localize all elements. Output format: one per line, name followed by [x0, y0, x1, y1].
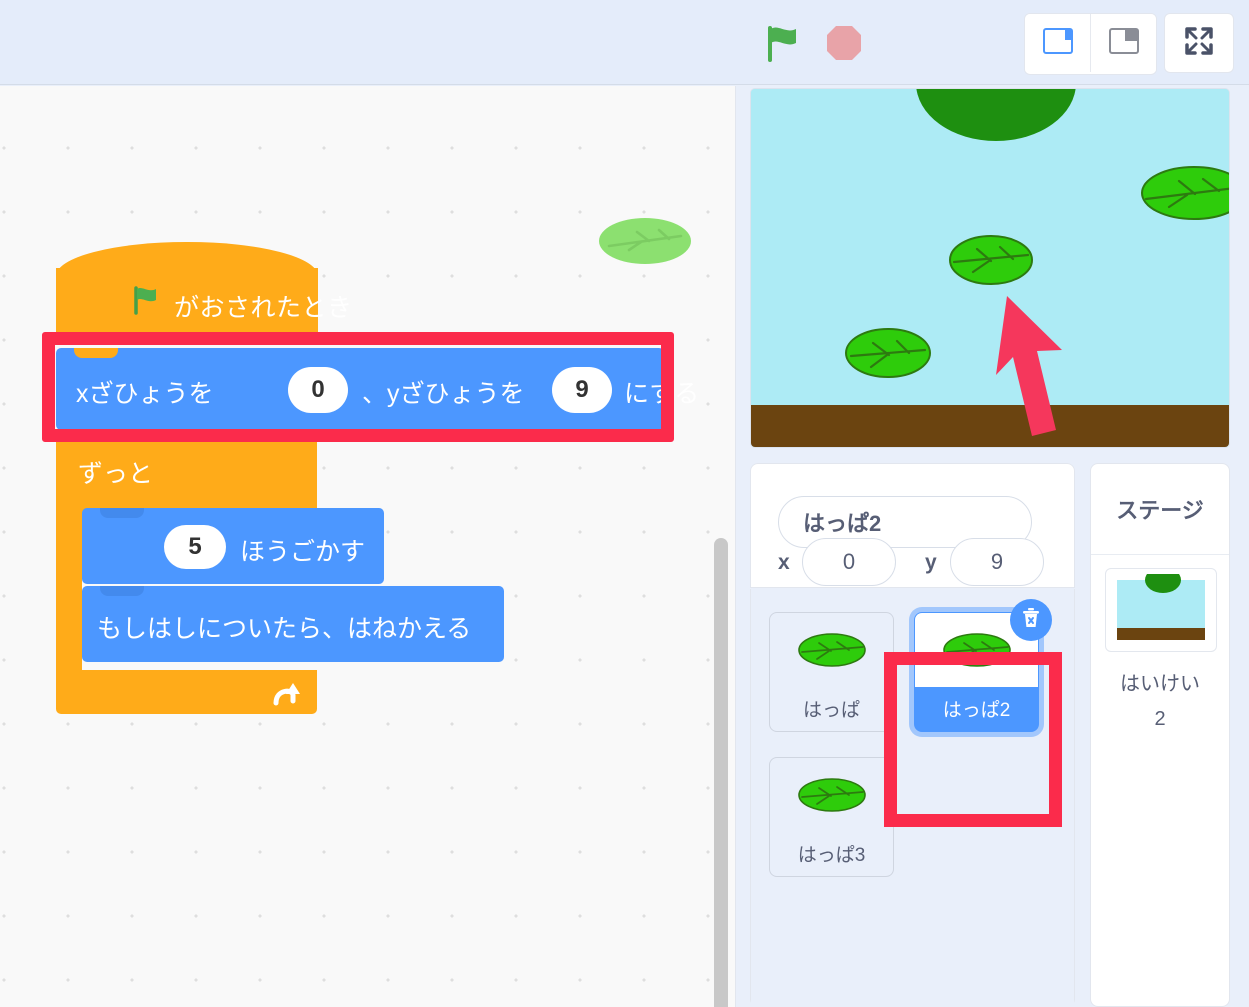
sprite-thumbnail: [770, 758, 893, 832]
workspace-sprite-watermark-icon: [597, 216, 693, 266]
fullscreen-button[interactable]: [1164, 13, 1234, 73]
block-forever-left-arm: [56, 522, 82, 670]
stage-selector-panel: ステージ はいけい 2: [1090, 463, 1230, 1007]
top-toolbar: [0, 0, 1249, 85]
block-set-xy-label-x: xざひょうを: [76, 380, 214, 408]
small-stage-layout-button[interactable]: [1025, 14, 1090, 72]
large-stage-icon: [1108, 27, 1139, 59]
block-set-xy-label-suffix: にする: [624, 380, 700, 408]
block-set-xy-label-y: 、yざひょうを: [362, 380, 525, 408]
delete-sprite-button[interactable]: [1010, 599, 1052, 641]
code-workspace[interactable]: がおされたとき xざひょうを 0 、yざひょうを 9 にする ずっと 5 ほうご…: [0, 86, 736, 1007]
block-notch: [100, 586, 144, 596]
panel-gutter: [1075, 463, 1090, 1007]
sprite-tile-happa[interactable]: はっぱ: [769, 612, 894, 732]
backdrop-thumbnail-button[interactable]: [1105, 568, 1217, 652]
sprite-tile-happa2[interactable]: はっぱ2: [914, 599, 1052, 732]
block-move-steps[interactable]: 5 ほうごかす: [82, 508, 384, 584]
block-if-on-edge-bounce-label: もしはしについたら、はねかえる: [97, 615, 472, 643]
sprite-info-pane: はっぱ2 x 0 y 9: [750, 463, 1075, 588]
sprite-panel: はっぱ2 x 0 y 9 はっぱ はっぱ2 はっぱ3: [750, 463, 1075, 1007]
sprite-tile-label: はっぱ2: [942, 700, 1011, 721]
block-when-flag-clicked-label: がおされたとき: [174, 294, 353, 322]
block-forever-label: ずっと: [78, 460, 154, 488]
block-set-xy-x-input[interactable]: 0: [288, 367, 348, 413]
block-set-xy[interactable]: xざひょうを 0 、yざひょうを 9 にする: [56, 348, 699, 430]
green-flag-icon: [130, 284, 162, 316]
block-notch: [74, 430, 118, 440]
trash-icon: [1019, 606, 1043, 635]
block-move-steps-input[interactable]: 5: [164, 525, 226, 569]
block-when-flag-clicked[interactable]: がおされたとき: [56, 242, 352, 340]
small-stage-icon: [1042, 27, 1073, 59]
sprite-y-label: y: [925, 551, 937, 574]
stage-size-controls: [1024, 13, 1157, 75]
stage-panel-title: ステージ: [1091, 464, 1229, 555]
backdrop-name-label: はいけい: [1120, 673, 1200, 695]
sprite-tile-label: はっぱ: [802, 700, 860, 721]
backdrop-count-label: 2: [1154, 708, 1166, 730]
stage-canvas[interactable]: [750, 88, 1230, 448]
large-stage-layout-button[interactable]: [1090, 14, 1156, 72]
green-flag-button[interactable]: [762, 22, 804, 64]
app-root: がおされたとき xざひょうを 0 、yざひょうを 9 にする ずっと 5 ほうご…: [0, 0, 1249, 1007]
block-if-on-edge-bounce[interactable]: もしはしについたら、はねかえる: [82, 586, 504, 662]
loop-arrow-icon: [271, 677, 303, 709]
block-set-xy-y-input[interactable]: 9: [552, 367, 612, 413]
sprite-tile-happa3[interactable]: はっぱ3: [769, 757, 894, 877]
sprite-y-input[interactable]: 9: [950, 538, 1044, 586]
block-move-steps-label: ほうごかす: [240, 538, 366, 566]
sprite-x-label: x: [778, 551, 790, 574]
stop-button[interactable]: [823, 22, 865, 64]
sprite-x-input[interactable]: 0: [802, 538, 896, 586]
fullscreen-icon: [1184, 26, 1214, 61]
block-notch: [74, 348, 118, 358]
sprite-thumbnail: [770, 613, 893, 687]
block-notch: [100, 508, 144, 518]
sprite-tile-label: はっぱ3: [797, 845, 866, 866]
sprite-list: はっぱ はっぱ2 はっぱ3: [750, 589, 1075, 1007]
code-vertical-scrollbar[interactable]: [714, 538, 728, 1007]
